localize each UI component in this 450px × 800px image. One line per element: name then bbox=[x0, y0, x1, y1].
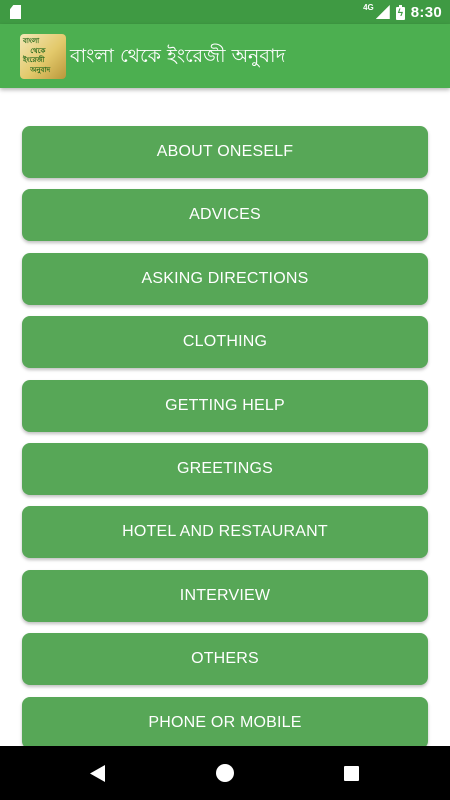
topic-button-greetings[interactable]: GREETINGS bbox=[22, 442, 428, 495]
app-title: বাংলা থেকে ইংরেজী অনুবাদ bbox=[70, 45, 286, 67]
topic-button-clothing[interactable]: CLOTHING bbox=[22, 316, 428, 369]
app-logo-text: বাংলা থেকে ইংরেজী অনুবাদ bbox=[23, 37, 51, 74]
status-bar: 4G ϟ 8:30 bbox=[0, 0, 450, 24]
navigation-bar bbox=[0, 746, 450, 800]
topic-button-asking-directions[interactable]: ASKING DIRECTIONS bbox=[22, 252, 428, 305]
topic-button-advices[interactable]: ADVICES bbox=[22, 189, 428, 242]
topic-button-hotel-and-restaurant[interactable]: HOTEL AND RESTAURANT bbox=[22, 506, 428, 559]
recents-icon[interactable] bbox=[344, 766, 359, 781]
back-icon[interactable] bbox=[90, 765, 105, 782]
topic-button-others[interactable]: OTHERS bbox=[22, 633, 428, 686]
topic-button-phone-or-mobile[interactable]: PHONE OR MOBILE bbox=[22, 696, 428, 746]
home-icon[interactable] bbox=[216, 764, 234, 782]
status-indicators: 4G ϟ 8:30 bbox=[363, 0, 442, 24]
topic-button-interview[interactable]: INTERVIEW bbox=[22, 569, 428, 622]
topic-button-getting-help[interactable]: GETTING HELP bbox=[22, 379, 428, 432]
battery-charging-icon: ϟ bbox=[395, 4, 405, 20]
app-logo: বাংলা থেকে ইংরেজী অনুবাদ bbox=[20, 34, 66, 79]
topic-list: ABOUT ONESELF ADVICES ASKING DIRECTIONS … bbox=[22, 126, 428, 746]
signal-icon bbox=[375, 5, 390, 19]
topic-button-about-oneself[interactable]: ABOUT ONESELF bbox=[22, 126, 428, 178]
network-type-label: 4G bbox=[363, 2, 374, 12]
app-bar: বাংলা থেকে ইংরেজী অনুবাদ বাংলা থেকে ইংরে… bbox=[0, 24, 450, 88]
status-time: 8:30 bbox=[410, 3, 442, 21]
sd-card-icon bbox=[10, 5, 21, 19]
topic-list-container[interactable]: ABOUT ONESELF ADVICES ASKING DIRECTIONS … bbox=[0, 88, 450, 746]
